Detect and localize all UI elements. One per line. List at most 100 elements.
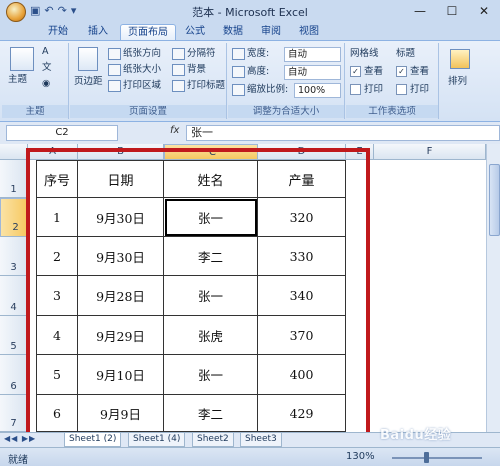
column-header-d[interactable]: D: [258, 144, 346, 160]
tab-view[interactable]: 视图: [292, 24, 326, 40]
vertical-scrollbar[interactable]: [486, 144, 500, 432]
table-cell[interactable]: 9月10日: [78, 355, 164, 395]
table-cell[interactable]: 400: [258, 355, 346, 395]
zoom-slider-handle[interactable]: [424, 452, 429, 463]
formula-input[interactable]: 张一: [186, 125, 500, 141]
table-header-cell[interactable]: 日期: [78, 160, 164, 198]
height-label: 高度:: [232, 65, 269, 79]
background-button[interactable]: 背景: [172, 63, 206, 77]
table-cell[interactable]: 9月30日: [78, 198, 164, 237]
column-header-a[interactable]: A: [28, 144, 78, 160]
themes-button[interactable]: 主题: [8, 73, 27, 87]
table-cell[interactable]: 3: [36, 276, 78, 316]
active-cell[interactable]: 张一: [164, 198, 258, 237]
table-cell[interactable]: 9月28日: [78, 276, 164, 316]
select-all-corner[interactable]: [0, 144, 28, 160]
table-cell[interactable]: 330: [258, 237, 346, 276]
table-cell[interactable]: 张虎: [164, 316, 258, 355]
print-titles-icon: [172, 79, 185, 92]
tab-page-layout[interactable]: 页面布局: [120, 24, 176, 41]
ribbon: 主题 A 文 ◉ 主题 页边距 纸张方向 纸张大小 打印区域 分隔符 背景 打印…: [0, 40, 500, 122]
zoom-level[interactable]: 130%: [346, 451, 375, 462]
print-titles-button[interactable]: 打印标题: [172, 79, 225, 93]
table-cell[interactable]: 2: [36, 237, 78, 276]
table-cell[interactable]: 320: [258, 198, 346, 237]
scale-icon: [232, 83, 245, 96]
group-page-setup: 页边距 纸张方向 纸张大小 打印区域 分隔符 背景 打印标题 页面设置: [70, 43, 227, 119]
size-button[interactable]: 纸张大小: [108, 63, 161, 77]
gridlines-view-checkbox[interactable]: ✓ 查看: [350, 65, 383, 79]
group-label-sheet-options: 工作表选项: [346, 105, 438, 118]
table-header-cell[interactable]: 产量: [258, 160, 346, 198]
row-header-1[interactable]: 1: [0, 160, 28, 198]
table-cell[interactable]: 9月30日: [78, 237, 164, 276]
sheet-tab-4[interactable]: Sheet3: [240, 433, 282, 447]
table-header-cell[interactable]: 序号: [36, 160, 78, 198]
name-box[interactable]: C2: [6, 125, 118, 141]
row-header-4[interactable]: 4: [0, 276, 28, 316]
breaks-button[interactable]: 分隔符: [172, 47, 216, 61]
margins-icon[interactable]: [78, 47, 98, 71]
table-cell[interactable]: 李二: [164, 395, 258, 432]
zoom-slider[interactable]: [392, 457, 482, 459]
table-cell[interactable]: 张一: [164, 276, 258, 316]
table-header-cell[interactable]: 姓名: [164, 160, 258, 198]
tab-data[interactable]: 数据: [216, 24, 250, 40]
maximize-button[interactable]: ☐: [436, 0, 468, 22]
group-arrange: 排列: [440, 43, 480, 119]
scale-input[interactable]: 100%: [294, 83, 341, 98]
sheet-nav-arrows-icon[interactable]: ◀◀ ▶▶: [4, 434, 36, 443]
row-header-5[interactable]: 5: [0, 316, 28, 355]
print-area-button[interactable]: 打印区域: [108, 79, 161, 93]
tab-formulas[interactable]: 公式: [178, 24, 212, 40]
column-header-e[interactable]: E: [346, 144, 374, 160]
table-cell[interactable]: 6: [36, 395, 78, 432]
orientation-button[interactable]: 纸张方向: [108, 47, 161, 61]
tab-home[interactable]: 开始: [40, 24, 76, 40]
checkmark-icon: ✓: [350, 66, 361, 77]
close-button[interactable]: ✕: [468, 0, 500, 22]
headings-view-checkbox[interactable]: ✓ 查看: [396, 65, 429, 79]
table-cell[interactable]: 429: [258, 395, 346, 432]
width-select[interactable]: 自动: [284, 47, 341, 62]
print-area-icon: [108, 79, 121, 92]
gridlines-print-checkbox[interactable]: 打印: [350, 83, 383, 97]
column-header-f[interactable]: F: [374, 144, 486, 160]
row-header-7[interactable]: 7: [0, 395, 28, 432]
sheet-tab-1[interactable]: Sheet1 (2): [64, 433, 122, 447]
checkmark-icon: ✓: [396, 66, 407, 77]
row-header-3[interactable]: 3: [0, 237, 28, 276]
theme-effects-icon[interactable]: ◉: [42, 77, 50, 91]
worksheet-grid[interactable]: A B C D E F 1 2 3 4 5 6 7 序号 日期 姓名 产量 1 …: [0, 144, 500, 432]
column-header-c[interactable]: C: [164, 144, 258, 160]
arrange-button[interactable]: 排列: [448, 75, 467, 89]
arrange-icon[interactable]: [450, 49, 470, 69]
sheet-tab-2[interactable]: Sheet1 (4): [128, 433, 186, 447]
table-cell[interactable]: 1: [36, 198, 78, 237]
background-icon: [172, 63, 185, 76]
theme-fonts-icon[interactable]: 文: [42, 61, 52, 75]
table-cell[interactable]: 4: [36, 316, 78, 355]
table-cell[interactable]: 9月9日: [78, 395, 164, 432]
sheet-tab-3[interactable]: Sheet2: [192, 433, 234, 447]
table-cell[interactable]: 5: [36, 355, 78, 395]
table-cell[interactable]: 李二: [164, 237, 258, 276]
table-cell[interactable]: 张一: [164, 355, 258, 395]
height-select[interactable]: 自动: [284, 65, 341, 80]
tab-insert[interactable]: 插入: [80, 24, 116, 40]
column-header-b[interactable]: B: [78, 144, 164, 160]
row-header-2[interactable]: 2: [0, 198, 28, 237]
tab-review[interactable]: 审阅: [254, 24, 288, 40]
excel-window: ▣ ↶ ↷ ▾ 范本 - Microsoft Excel — ☐ ✕ 开始 插入…: [0, 0, 500, 466]
table-cell[interactable]: 9月29日: [78, 316, 164, 355]
headings-print-checkbox[interactable]: 打印: [396, 83, 429, 97]
table-cell[interactable]: 340: [258, 276, 346, 316]
scrollbar-thumb[interactable]: [489, 164, 500, 236]
themes-icon[interactable]: [10, 47, 34, 71]
row-header-6[interactable]: 6: [0, 355, 28, 395]
margins-button[interactable]: 页边距: [74, 75, 103, 89]
table-cell[interactable]: 370: [258, 316, 346, 355]
minimize-button[interactable]: —: [404, 0, 436, 22]
theme-colors-icon[interactable]: A: [42, 45, 49, 59]
insert-function-icon[interactable]: fx: [170, 125, 179, 136]
